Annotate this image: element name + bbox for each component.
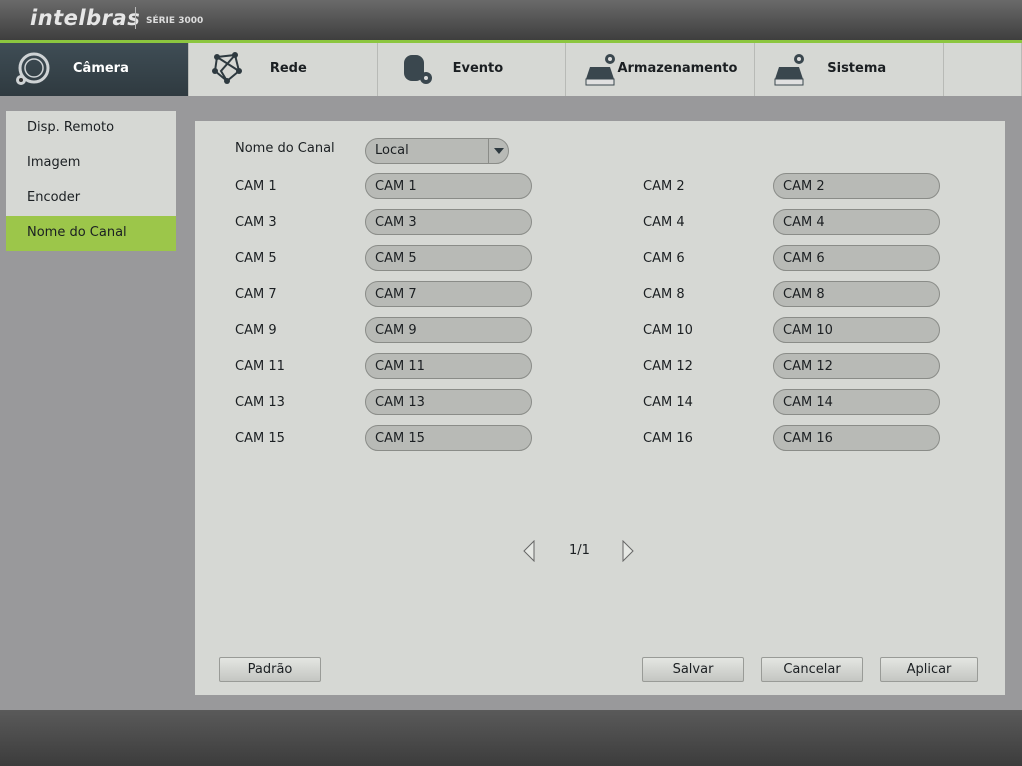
channel-name-input[interactable] — [773, 353, 940, 379]
channel-label: CAM 13 — [235, 395, 285, 410]
channel-name-input[interactable] — [773, 245, 940, 271]
channel-label: CAM 11 — [235, 359, 285, 374]
cancel-button[interactable]: Cancelar — [761, 657, 863, 682]
channel-label: CAM 12 — [643, 359, 693, 374]
tab-system[interactable]: Sistema — [755, 43, 945, 96]
channel-label: CAM 7 — [235, 287, 277, 302]
bottom-bar — [0, 710, 1022, 766]
channel-name-input[interactable] — [365, 173, 532, 199]
tab-label: Rede — [269, 61, 307, 76]
brand-logo: intelbras — [30, 6, 141, 30]
network-icon — [211, 52, 242, 84]
tab-camera[interactable]: Câmera — [0, 43, 189, 96]
camera-gear-icon — [16, 52, 50, 85]
sidebar-item-encoder[interactable]: Encoder — [6, 181, 176, 216]
channel-label: CAM 1 — [235, 179, 277, 194]
dropdown-value: Local — [375, 143, 409, 158]
channel-name-label: Nome do Canal — [235, 141, 335, 156]
channel-name-input[interactable] — [773, 389, 940, 415]
channel-name-input[interactable] — [365, 389, 532, 415]
channel-name-input[interactable] — [365, 281, 532, 307]
tab-storage[interactable]: Armazenamento — [566, 43, 756, 96]
channel-name-input[interactable] — [365, 317, 532, 343]
channel-name-input[interactable] — [773, 173, 940, 199]
prev-page-icon[interactable] — [522, 540, 536, 562]
channel-label: CAM 2 — [643, 179, 685, 194]
tab-label: Câmera — [73, 61, 129, 76]
tab-label: Armazenamento — [617, 61, 738, 76]
system-icon — [774, 54, 805, 86]
channel-label: CAM 8 — [643, 287, 685, 302]
sidebar-item-remote-device[interactable]: Disp. Remoto — [6, 111, 176, 146]
top-bar: intelbras SÉRIE 3000 — [0, 0, 1022, 40]
tab-event[interactable]: Evento — [378, 43, 567, 96]
channel-label: CAM 10 — [643, 323, 693, 338]
channel-name-input[interactable] — [365, 425, 532, 451]
channel-label: CAM 15 — [235, 431, 285, 446]
channel-name-input[interactable] — [365, 353, 532, 379]
channel-label: CAM 4 — [643, 215, 685, 230]
sidebar: Disp. Remoto Imagem Encoder Nome do Cana… — [6, 111, 176, 251]
default-button[interactable]: Padrão — [219, 657, 321, 682]
tab-label: Sistema — [827, 61, 887, 76]
channel-label: CAM 9 — [235, 323, 277, 338]
logo-divider — [135, 7, 136, 29]
channel-label: CAM 3 — [235, 215, 277, 230]
channel-label: CAM 14 — [643, 395, 693, 410]
main-tabs: Câmera Rede Evento Armazenamento Sistema — [0, 43, 1022, 96]
save-button[interactable]: Salvar — [642, 657, 744, 682]
channel-label: CAM 5 — [235, 251, 277, 266]
apply-button[interactable]: Aplicar — [880, 657, 978, 682]
content-panel: Nome do Canal Local CAM 1 CAM 2 CAM 3 CAM 4… — [195, 121, 1005, 695]
next-page-icon[interactable] — [621, 540, 635, 562]
series-label: SÉRIE 3000 — [146, 16, 204, 26]
page-indicator: 1/1 — [569, 543, 590, 558]
event-icon — [403, 55, 432, 84]
channel-label: CAM 16 — [643, 431, 693, 446]
channel-name-input[interactable] — [773, 209, 940, 235]
channel-name-input[interactable] — [365, 209, 532, 235]
pagination: 1/1 — [523, 540, 634, 562]
sidebar-item-channel-name[interactable]: Nome do Canal — [6, 216, 176, 251]
channel-label: CAM 6 — [643, 251, 685, 266]
channel-source-dropdown[interactable]: Local — [365, 138, 509, 164]
chevron-down-icon[interactable] — [488, 139, 508, 163]
channel-name-input[interactable] — [773, 425, 940, 451]
channel-name-input[interactable] — [773, 281, 940, 307]
tab-empty — [944, 43, 1022, 96]
sidebar-item-image[interactable]: Imagem — [6, 146, 176, 181]
channel-name-input[interactable] — [773, 317, 940, 343]
tab-network[interactable]: Rede — [189, 43, 378, 96]
channel-name-input[interactable] — [365, 245, 532, 271]
tab-label: Evento — [452, 61, 504, 76]
